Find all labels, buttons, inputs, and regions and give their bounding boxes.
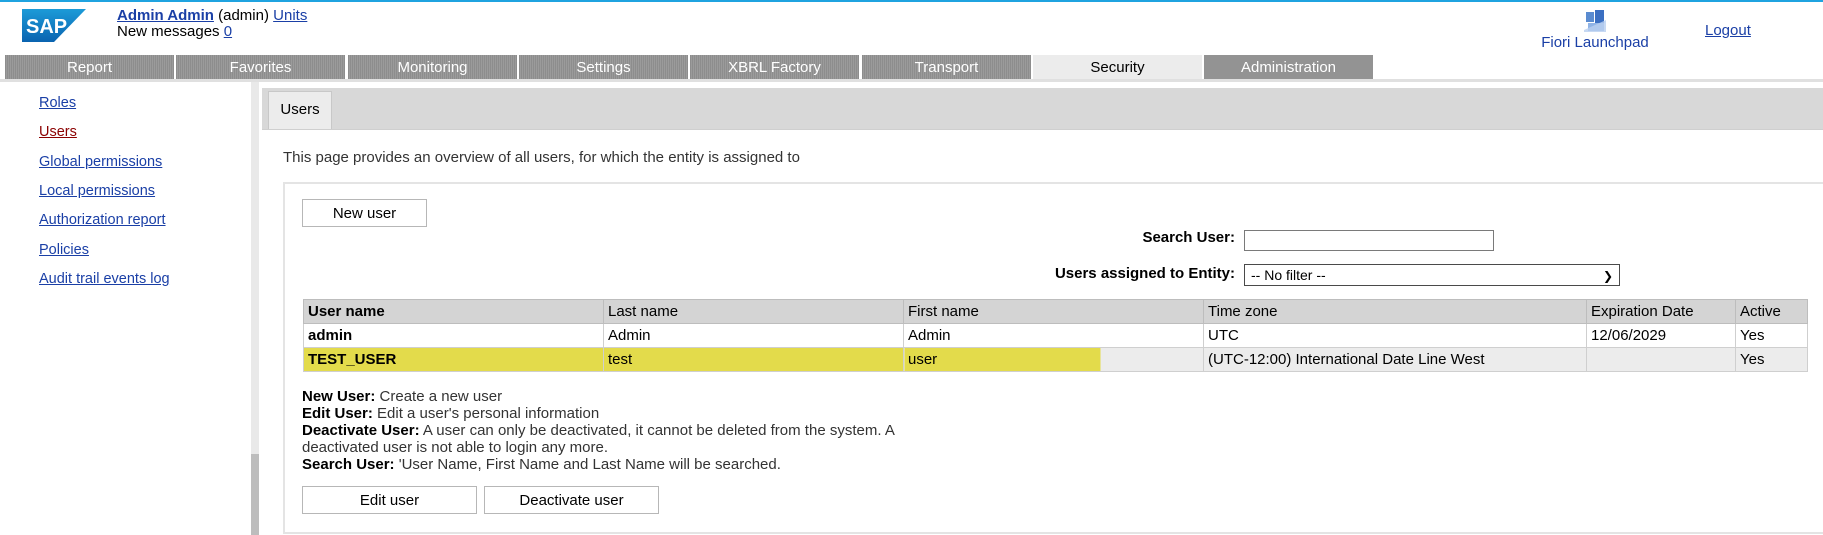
sidebar-scrollbar-thumb[interactable] [251, 454, 259, 535]
entity-filter-value: -- No filter -- [1251, 267, 1326, 283]
nav-tab-monitoring[interactable]: Monitoring [348, 55, 517, 80]
tab-users[interactable]: Users [268, 91, 332, 129]
fiori-launchpad-icon [1584, 10, 1606, 32]
help-desc: Create a new user [375, 388, 503, 405]
sidebar: Roles Users Global permissions Local per… [0, 82, 259, 535]
main-nav: Report Favorites Monitoring Settings XBR… [0, 55, 1823, 81]
help-term: Search User: [302, 456, 395, 473]
sidebar-item-policies[interactable]: Policies [39, 242, 89, 258]
help-desc: Edit a user's personal information [372, 405, 600, 422]
cell-user-name[interactable]: admin [303, 323, 604, 348]
page-description: This page provides an overview of all us… [283, 149, 800, 166]
cell-active[interactable]: Yes [1735, 323, 1808, 348]
cell-user-name[interactable]: TEST_USER [303, 347, 604, 372]
cell-last-name[interactable]: Admin [603, 323, 904, 348]
messages-count-link[interactable]: 0 [224, 23, 232, 40]
deactivate-user-button[interactable]: Deactivate user [484, 486, 659, 514]
nav-tab-report[interactable]: Report [5, 55, 174, 80]
column-header-first-name[interactable]: First name [903, 299, 1204, 324]
help-desc: 'User Name, First Name and Last Name wil… [394, 456, 781, 473]
nav-tab-xbrl-factory[interactable]: XBRL Factory [690, 55, 859, 80]
new-user-button[interactable]: New user [302, 199, 427, 227]
chevron-down-icon: ❯ [1602, 269, 1613, 283]
units-link[interactable]: Units [273, 7, 307, 24]
nav-tab-administration[interactable]: Administration [1204, 55, 1373, 80]
svg-text:SAP: SAP [26, 16, 67, 38]
edit-user-button[interactable]: Edit user [302, 486, 477, 514]
table-row-selected[interactable]: TEST_USER test user (UTC-12:00) Internat… [303, 347, 1808, 372]
sidebar-item-audit-trail-events-log[interactable]: Audit trail events log [39, 271, 170, 287]
sub-tab-bar: Users [262, 88, 1823, 129]
sidebar-item-local-permissions[interactable]: Local permissions [39, 183, 155, 199]
search-user-label: Search User: [1142, 229, 1235, 246]
sub-tab-divider [262, 129, 1823, 130]
column-header-last-name[interactable]: Last name [603, 299, 904, 324]
users-table: User name Last name First name Time zone… [303, 299, 1808, 372]
user-id: (admin) [218, 7, 269, 24]
nav-tab-settings[interactable]: Settings [519, 55, 688, 80]
table-row[interactable]: admin Admin Admin UTC 12/06/2029 Yes [303, 323, 1808, 348]
help-term: New User: [302, 388, 376, 405]
entity-filter-label: Users assigned to Entity: [1054, 265, 1235, 282]
search-user-input[interactable] [1244, 230, 1494, 251]
sap-logo: SAP [22, 9, 86, 42]
nav-tab-security[interactable]: Security [1033, 55, 1202, 80]
cell-time-zone[interactable]: UTC [1203, 323, 1587, 348]
messages-label: New messages [117, 23, 220, 40]
column-header-time-zone[interactable]: Time zone [1203, 299, 1587, 324]
user-name-link[interactable]: Admin Admin [117, 7, 214, 24]
column-header-expiration-date[interactable]: Expiration Date [1586, 299, 1736, 324]
cell-active[interactable]: Yes [1735, 347, 1808, 372]
help-term: Deactivate User: [302, 422, 420, 439]
user-info: Admin Admin (admin) Units New messages 0 [117, 8, 307, 40]
sidebar-item-roles[interactable]: Roles [39, 95, 76, 111]
help-term: Edit User: [302, 405, 373, 422]
column-header-user-name[interactable]: User name [303, 299, 604, 324]
cell-time-zone[interactable]: (UTC-12:00) International Date Line West [1203, 347, 1587, 372]
help-text: New User: Create a new user Edit User: E… [302, 388, 922, 473]
cell-first-name[interactable]: user [903, 347, 1204, 372]
table-header-row: User name Last name First name Time zone… [303, 299, 1808, 324]
nav-tab-favorites[interactable]: Favorites [176, 55, 345, 80]
sidebar-item-users[interactable]: Users [39, 124, 77, 140]
entity-filter-select[interactable]: -- No filter -- ❯ [1244, 264, 1620, 286]
sidebar-item-authorization-report[interactable]: Authorization report [39, 212, 166, 228]
sidebar-item-global-permissions[interactable]: Global permissions [39, 154, 162, 170]
header: SAP Admin Admin (admin) Units New messag… [0, 2, 1823, 54]
cell-last-name[interactable]: test [603, 347, 904, 372]
cell-expiration-date[interactable]: 12/06/2029 [1586, 323, 1736, 348]
fiori-launchpad-link[interactable]: Fiori Launchpad [1540, 8, 1650, 51]
logout-link[interactable]: Logout [1705, 22, 1751, 39]
nav-tab-transport[interactable]: Transport [862, 55, 1031, 80]
column-header-active[interactable]: Active [1735, 299, 1808, 324]
fiori-launchpad-label: Fiori Launchpad [1541, 34, 1649, 51]
cell-expiration-date[interactable] [1586, 347, 1736, 372]
cell-first-name[interactable]: Admin [903, 323, 1204, 348]
